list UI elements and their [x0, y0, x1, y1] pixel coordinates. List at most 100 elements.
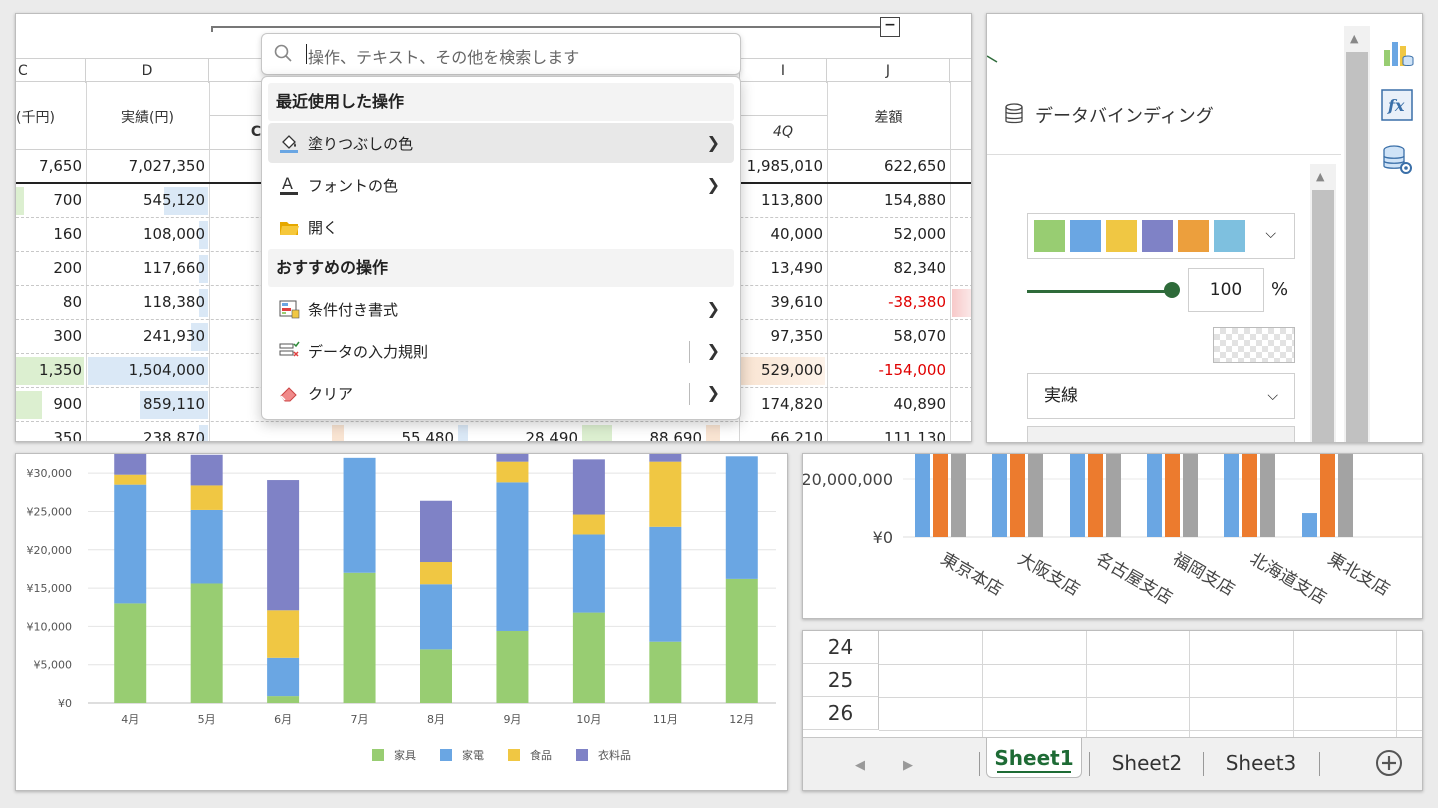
menu-item-clear[interactable]: クリア ❯	[268, 373, 734, 413]
bar[interactable]	[915, 454, 930, 537]
color-palette-select[interactable]: ⌵	[1027, 213, 1295, 259]
menu-item-fill-color[interactable]: 塗りつぶしの色 ❯	[268, 123, 734, 163]
cell-j[interactable]: -154,000	[827, 354, 950, 387]
cell-c[interactable]: 900	[16, 388, 86, 421]
cell-j[interactable]: -38,380	[827, 286, 950, 319]
transparent-color-picker[interactable]	[1213, 327, 1295, 363]
column-header-k[interactable]	[950, 59, 971, 83]
bar[interactable]	[951, 454, 966, 537]
cell-d[interactable]: 117,660	[86, 252, 209, 285]
bar[interactable]	[1147, 454, 1162, 537]
bar[interactable]	[1320, 454, 1335, 537]
bar-segment[interactable]	[496, 630, 529, 703]
bar[interactable]	[1242, 454, 1257, 537]
stacked-bar-chart[interactable]: ¥0 ¥5,000 ¥10,000 ¥15,000 ¥20,000 ¥25,000 ¥30,…	[15, 453, 788, 791]
tab-sheet2[interactable]: Sheet2	[1099, 746, 1195, 780]
bar-segment[interactable]	[420, 649, 452, 703]
opacity-slider-thumb[interactable]	[1164, 282, 1180, 298]
database-settings-icon[interactable]	[1380, 142, 1414, 176]
tab-sheet1[interactable]: Sheet1	[986, 738, 1082, 778]
bar[interactable]	[1165, 454, 1180, 537]
cell-i[interactable]: 1,985,010	[739, 150, 827, 183]
cell-d[interactable]: 7,027,350	[86, 150, 209, 183]
bar-segment[interactable]	[343, 457, 376, 573]
bar-segment[interactable]	[725, 578, 758, 703]
inner-scrollbar[interactable]: ▲	[1310, 164, 1336, 442]
bar-segment[interactable]	[267, 657, 300, 697]
tab-scroll-left-icon[interactable]: ◀	[855, 758, 865, 773]
menu-item-open[interactable]: 開く	[268, 207, 734, 247]
cell-j[interactable]: 40,890	[827, 388, 950, 421]
cell-j[interactable]: 622,650	[827, 150, 950, 183]
bar-segment[interactable]	[114, 454, 147, 475]
chevron-down-icon[interactable]: ⌵	[1265, 226, 1276, 242]
column-header-d[interactable]: D	[86, 59, 209, 83]
cell-mid[interactable]: 88,690	[582, 422, 706, 441]
tab-sheet3[interactable]: Sheet3	[1213, 746, 1309, 780]
cell-i[interactable]: 113,800	[739, 184, 827, 217]
chevron-right-icon[interactable]: ❯	[707, 341, 720, 360]
cell-i[interactable]: 39,610	[739, 286, 827, 319]
cell-j[interactable]: 82,340	[827, 252, 950, 285]
cell-d[interactable]: 108,000	[86, 218, 209, 251]
bar-segment[interactable]	[343, 572, 376, 703]
bar-segment[interactable]	[420, 500, 452, 563]
bar-segment[interactable]	[114, 603, 147, 703]
function-icon[interactable]: fx	[1380, 88, 1414, 122]
bar[interactable]	[1338, 454, 1353, 537]
bar[interactable]	[1106, 454, 1121, 537]
bar-segment[interactable]	[572, 612, 605, 703]
column-header-i[interactable]: I	[739, 59, 827, 83]
cell-i[interactable]: 529,000	[739, 354, 827, 387]
menu-item-conditional-format[interactable]: 条件付き書式 ❯	[268, 289, 734, 329]
bar-segment[interactable]	[496, 461, 529, 483]
cell-i[interactable]: 97,350	[739, 320, 827, 353]
bar-segment[interactable]	[496, 482, 529, 631]
bar-segment[interactable]	[267, 610, 300, 658]
bar-segment[interactable]	[267, 696, 300, 703]
menu-item-font-color[interactable]: A フォントの色 ❯	[268, 165, 734, 205]
cell-i[interactable]: 40,000	[739, 218, 827, 251]
cell-j[interactable]: 111,130	[827, 422, 950, 441]
bar-segment[interactable]	[190, 583, 223, 703]
bar[interactable]	[1260, 454, 1275, 537]
cell-mid[interactable]: 28,490	[458, 422, 582, 441]
bar[interactable]	[1224, 454, 1239, 537]
bar-segment[interactable]	[114, 474, 147, 485]
bar[interactable]	[1010, 454, 1025, 537]
bar-segment[interactable]	[420, 562, 452, 585]
cell-i[interactable]: 174,820	[739, 388, 827, 421]
bar-segment[interactable]	[649, 461, 682, 527]
cell-d[interactable]: 545,120	[86, 184, 209, 217]
cell-j[interactable]: 154,880	[827, 184, 950, 217]
cell-c[interactable]: 200	[16, 252, 86, 285]
menu-item-data-validation[interactable]: データの入力規則 ❯	[268, 331, 734, 371]
bar-segment[interactable]	[114, 484, 147, 604]
cell-c[interactable]: 1,350	[16, 354, 86, 387]
chevron-right-icon[interactable]: ❯	[707, 175, 720, 194]
chevron-right-icon[interactable]: ❯	[707, 133, 720, 152]
bar-segment[interactable]	[190, 509, 223, 584]
row-header[interactable]: 26	[803, 697, 879, 730]
cell-mid[interactable]: 55,480	[332, 422, 458, 441]
cell-c[interactable]: 700	[16, 184, 86, 217]
bar-segment[interactable]	[496, 454, 529, 462]
pane-scrollbar[interactable]: ▲	[1344, 26, 1370, 442]
row-header[interactable]: 25	[803, 664, 879, 697]
bar-segment[interactable]	[190, 485, 223, 510]
cell-c[interactable]: 80	[16, 286, 86, 319]
scroll-up-arrow-icon[interactable]: ▲	[1316, 170, 1324, 183]
cell-c[interactable]: 7,650	[16, 150, 86, 183]
bar[interactable]	[1302, 513, 1317, 537]
cell-i[interactable]: 13,490	[739, 252, 827, 285]
bar[interactable]	[1183, 454, 1198, 537]
cell-d[interactable]: 238,870	[86, 422, 209, 441]
branch-bar-chart[interactable]: ¥0 20,000,000 東京本店 大阪支店 名古屋支店 福岡支店 北海道支店 東北支店	[802, 453, 1423, 619]
cell-d[interactable]: 241,930	[86, 320, 209, 353]
bar-segment[interactable]	[190, 454, 223, 486]
row-header[interactable]: 24	[803, 631, 879, 664]
bar[interactable]	[1070, 454, 1085, 537]
line-style-select[interactable]: 実線 ⌵	[1027, 373, 1295, 419]
cell-d[interactable]: 1,504,000	[86, 354, 209, 387]
table-row[interactable]: 350 238,870 55,480 28,490 88,690 66,210 …	[16, 422, 971, 441]
